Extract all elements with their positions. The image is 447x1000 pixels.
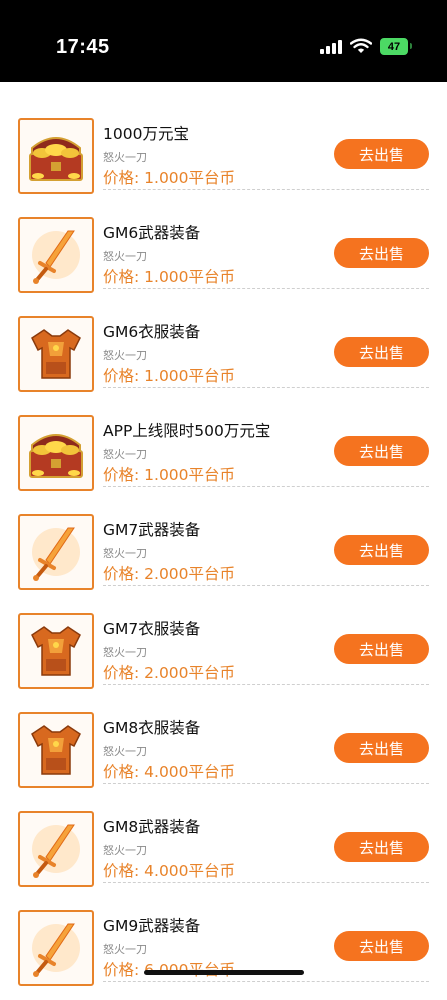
treasure-chest-icon (18, 415, 94, 491)
item-seller: 怒火一刀 (103, 151, 147, 164)
item-seller: 怒火一刀 (103, 844, 147, 857)
sell-button[interactable]: 去出售 (334, 337, 429, 367)
item-title: APP上线限时500万元宝 (103, 422, 271, 440)
sell-button[interactable]: 去出售 (334, 238, 429, 268)
item-title: GM6衣服装备 (103, 323, 201, 341)
list-item[interactable]: 1000万元宝怒火一刀价格: 1.000平台币 去出售 (0, 100, 447, 199)
sell-button[interactable]: 去出售 (334, 139, 429, 169)
item-price: 价格: 2.000平台币 (103, 664, 236, 682)
divider (103, 387, 429, 388)
item-seller: 怒火一刀 (103, 646, 147, 659)
item-price: 价格: 1.000平台币 (103, 169, 236, 187)
status-bar: 17:45 47 (0, 0, 447, 82)
divider (103, 288, 429, 289)
list-item[interactable]: APP上线限时500万元宝怒火一刀价格: 1.000平台币 去出售 (0, 397, 447, 496)
item-price: 价格: 1.000平台币 (103, 466, 236, 484)
battery-icon: 47 (380, 38, 412, 55)
armor-icon (18, 316, 94, 392)
item-title: GM9武器装备 (103, 917, 201, 935)
list-item[interactable]: GM8衣服装备怒火一刀价格: 4.000平台币 去出售 (0, 694, 447, 793)
sell-button[interactable]: 去出售 (334, 634, 429, 664)
item-title: GM7武器装备 (103, 521, 201, 539)
sword-icon (18, 910, 94, 986)
item-title: GM8衣服装备 (103, 719, 201, 737)
divider (103, 585, 429, 586)
item-seller: 怒火一刀 (103, 943, 147, 956)
sell-button[interactable]: 去出售 (334, 931, 429, 961)
item-title: GM6武器装备 (103, 224, 201, 242)
sell-button[interactable]: 去出售 (334, 733, 429, 763)
item-title: GM7衣服装备 (103, 620, 201, 638)
item-price: 价格: 6.000平台币 (103, 961, 235, 979)
sell-button[interactable]: 去出售 (334, 832, 429, 862)
item-title: GM8武器装备 (103, 818, 201, 836)
list-item[interactable]: GM6武器装备怒火一刀价格: 1.000平台币 去出售 (0, 199, 447, 298)
item-list: 1000万元宝 怒火一刀 价格: 1.000平台币 去出售 GM6武器装备 怒火一刀 价格:… (0, 100, 447, 991)
item-seller: 怒火一刀 (103, 250, 147, 263)
home-indicator (144, 970, 304, 975)
status-time: 17:45 (56, 36, 110, 58)
item-seller: 怒火一刀 (103, 745, 147, 758)
item-price: 价格: 1.000平台币 (103, 367, 236, 385)
divider (103, 684, 429, 685)
wifi-icon (350, 38, 372, 53)
item-seller: 怒火一刀 (103, 547, 147, 560)
divider (103, 981, 429, 982)
item-price: 价格: 1.000平台币 (103, 268, 236, 286)
divider (103, 486, 429, 487)
item-seller: 怒火一刀 (103, 349, 147, 362)
treasure-chest-icon (18, 118, 94, 194)
sword-icon (18, 217, 94, 293)
list-item[interactable]: GM7武器装备怒火一刀价格: 2.000平台币 去出售 (0, 496, 447, 595)
item-price: 价格: 4.000平台币 (103, 862, 236, 880)
item-seller: 怒火一刀 (103, 448, 147, 461)
sell-button[interactable]: 去出售 (334, 535, 429, 565)
item-price: 价格: 2.000平台币 (103, 565, 236, 583)
armor-icon (18, 613, 94, 689)
list-item[interactable]: GM8武器装备怒火一刀价格: 4.000平台币 去出售 (0, 793, 447, 892)
list-item[interactable]: GM6衣服装备怒火一刀价格: 1.000平台币 去出售 (0, 298, 447, 397)
armor-icon (18, 712, 94, 788)
divider (103, 783, 429, 784)
sell-button[interactable]: 去出售 (334, 436, 429, 466)
cellular-signal-icon (320, 40, 342, 54)
sword-icon (18, 811, 94, 887)
item-title: 1000万元宝 (103, 125, 189, 143)
item-price: 价格: 4.000平台币 (103, 763, 236, 781)
divider (103, 882, 429, 883)
sword-icon (18, 514, 94, 590)
list-item[interactable]: GM7衣服装备怒火一刀价格: 2.000平台币 去出售 (0, 595, 447, 694)
divider (103, 189, 429, 190)
list-item[interactable]: GM9武器装备怒火一刀价格: 6.000平台币 去出售 (0, 892, 447, 991)
